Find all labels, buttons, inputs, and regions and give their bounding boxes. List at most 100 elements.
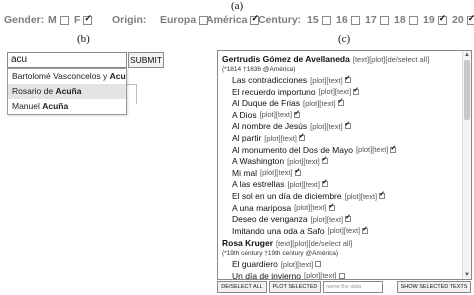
text-plot-text-links[interactable]: [plot][text] <box>264 134 297 143</box>
text-item: Al Duque de Frias [plot][text] <box>232 97 344 108</box>
text-plot-text-links[interactable]: [plot][text] <box>287 180 320 189</box>
text-plot-text-links[interactable]: [plot][text] <box>310 76 343 85</box>
text-item: A Dios [plot][text] <box>232 109 301 120</box>
text-plot-text-links[interactable]: [plot][text] <box>294 203 327 212</box>
text-plot-text-links[interactable]: [plot][text] <box>260 168 293 177</box>
century-20-option[interactable]: 20 <box>452 13 474 26</box>
text-select-checkbox[interactable] <box>379 190 386 199</box>
gender-f-option[interactable]: F <box>74 13 93 26</box>
century-16-checkbox[interactable] <box>350 15 360 25</box>
gender-m-checkbox[interactable] <box>59 15 69 25</box>
century-19-checkbox[interactable] <box>437 13 447 25</box>
gender-f-checkbox[interactable] <box>83 13 93 25</box>
text-select-checkbox[interactable] <box>321 178 328 188</box>
century-16-option[interactable]: 16 <box>336 14 360 26</box>
text-select-checkbox[interactable] <box>344 74 351 83</box>
origin-america-label: América <box>206 14 248 26</box>
gender-f-label: F <box>74 14 81 26</box>
text-item: A Washington [plot][text] <box>232 155 328 167</box>
text-title: Imitando una oda a Safo <box>232 225 325 236</box>
century-18-option[interactable]: 18 <box>394 14 418 26</box>
text-select-checkbox[interactable] <box>344 120 351 130</box>
scroll-thumb[interactable] <box>464 60 470 120</box>
suggestion-item-highlighted[interactable]: Rosario de Acuña <box>8 84 126 99</box>
submit-button[interactable]: SUBMIT <box>128 52 164 68</box>
text-title: El sol en un día de diciembre <box>232 191 342 201</box>
gender-m-option[interactable]: M <box>48 14 69 26</box>
text-title: Al monumento del Dos de Mayo <box>232 144 353 155</box>
text-plot-text-links[interactable]: [plot][text] <box>356 145 389 154</box>
author-action-links[interactable]: [text][plot][de/select all] <box>276 239 352 248</box>
text-title: Las contradicciones <box>232 75 308 85</box>
century-18-checkbox[interactable] <box>408 15 418 25</box>
text-title: A Washington <box>232 156 285 167</box>
century-19-label: 19 <box>423 14 435 26</box>
text-item: El recuerdo importuno [plot][text] <box>232 86 360 97</box>
century-15-option[interactable]: 15 <box>307 14 331 26</box>
suggestion-item[interactable]: Manuel Acuña <box>8 99 126 114</box>
panel-label-c: (c) <box>338 33 351 45</box>
text-select-checkbox[interactable] <box>328 202 335 211</box>
dropdown-frame <box>126 84 137 104</box>
origin-europa-label: Europa <box>160 14 197 26</box>
author-meta: (*1814 †1836 @América) <box>222 66 296 73</box>
autocomplete-list: Bartolomé Vasconcelos y Acuña Rosario de… <box>7 68 127 115</box>
text-select-checkbox[interactable] <box>298 132 305 141</box>
tree-action-bar: DE/SELECT ALL PLOT SELECTED SHOW SELECTE… <box>217 281 472 294</box>
text-select-checkbox[interactable] <box>338 272 345 279</box>
text-plot-text-links[interactable]: [plot][text] <box>260 110 293 119</box>
century-15-label: 15 <box>307 14 319 26</box>
century-20-checkbox[interactable] <box>466 13 474 25</box>
author-header: Gertrudis Gómez de Avellaneda [text][plot… <box>222 54 429 64</box>
text-plot-text-links[interactable]: [plot][text] <box>311 215 344 224</box>
text-plot-text-links[interactable]: [plot][text] <box>310 122 343 131</box>
century-15-checkbox[interactable] <box>321 15 331 25</box>
show-selected-texts-button[interactable]: SHOW SELECTED TEXTS <box>397 281 471 293</box>
author-search-input[interactable]: acu <box>7 52 127 68</box>
text-select-checkbox[interactable] <box>315 261 322 267</box>
text-plot-text-links[interactable]: [plot][text] <box>303 99 336 108</box>
text-select-checkbox[interactable] <box>321 155 328 165</box>
text-plot-text-links[interactable]: [plot][text] <box>281 260 314 269</box>
text-plot-text-links[interactable]: [plot][text] <box>328 226 361 235</box>
gender-label: Gender: <box>4 14 45 26</box>
text-plot-text-links[interactable]: [plot][text] <box>304 271 337 279</box>
text-tree-panel[interactable]: Gertrudis Gómez de Avellaneda [text][plot… <box>217 50 472 280</box>
origin-america-option[interactable]: América <box>206 13 260 26</box>
text-item: Al partir [plot][text] <box>232 132 305 143</box>
author-name: Gertrudis Gómez de Avellaneda <box>222 54 350 64</box>
text-select-checkbox[interactable] <box>294 167 301 176</box>
text-plot-text-links[interactable]: [plot][text] <box>319 87 352 96</box>
scroll-down-icon[interactable]: ▼ <box>463 271 471 279</box>
century-17-checkbox[interactable] <box>379 15 389 25</box>
scroll-up-icon[interactable]: ▲ <box>463 51 471 59</box>
tree-scrollbar[interactable]: ▲ ▼ <box>462 51 471 279</box>
origin-label: Origin: <box>112 14 147 26</box>
text-select-checkbox[interactable] <box>362 225 369 234</box>
author-action-links[interactable]: [text][plot][de/select all] <box>353 55 429 64</box>
deselect-all-button[interactable]: DE/SELECT ALL <box>217 281 267 293</box>
text-select-checkbox[interactable] <box>390 144 397 153</box>
gender-m-label: M <box>48 14 57 26</box>
text-title: A una mariposa <box>232 202 292 213</box>
data-name-input[interactable] <box>323 281 383 293</box>
text-plot-text-links[interactable]: [plot][text] <box>287 157 320 166</box>
century-17-label: 17 <box>365 14 377 26</box>
century-17-option[interactable]: 17 <box>365 14 389 26</box>
plot-selected-button[interactable]: PLOT SELECTED <box>269 281 321 293</box>
text-plot-text-links[interactable]: [plot][text] <box>345 192 378 201</box>
century-18-label: 18 <box>394 14 406 26</box>
text-select-checkbox[interactable] <box>294 109 301 118</box>
text-item: Las contradicciones [plot][text] <box>232 74 351 85</box>
author-name: Rosa Kruger <box>222 238 274 248</box>
text-title: Al partir <box>232 133 262 143</box>
text-item: Imitando una oda a Safo [plot][text] <box>232 225 369 236</box>
text-select-checkbox[interactable] <box>353 86 360 95</box>
text-title: Un día de invierno <box>232 270 301 280</box>
suggestion-item[interactable]: Bartolomé Vasconcelos y Acuña <box>8 69 126 84</box>
century-19-option[interactable]: 19 <box>423 13 447 26</box>
text-select-checkbox[interactable] <box>337 97 344 107</box>
origin-europa-option[interactable]: Europa <box>160 14 209 26</box>
author-header: Rosa Kruger [text][plot][de/select all] <box>222 238 352 248</box>
text-select-checkbox[interactable] <box>345 213 352 223</box>
